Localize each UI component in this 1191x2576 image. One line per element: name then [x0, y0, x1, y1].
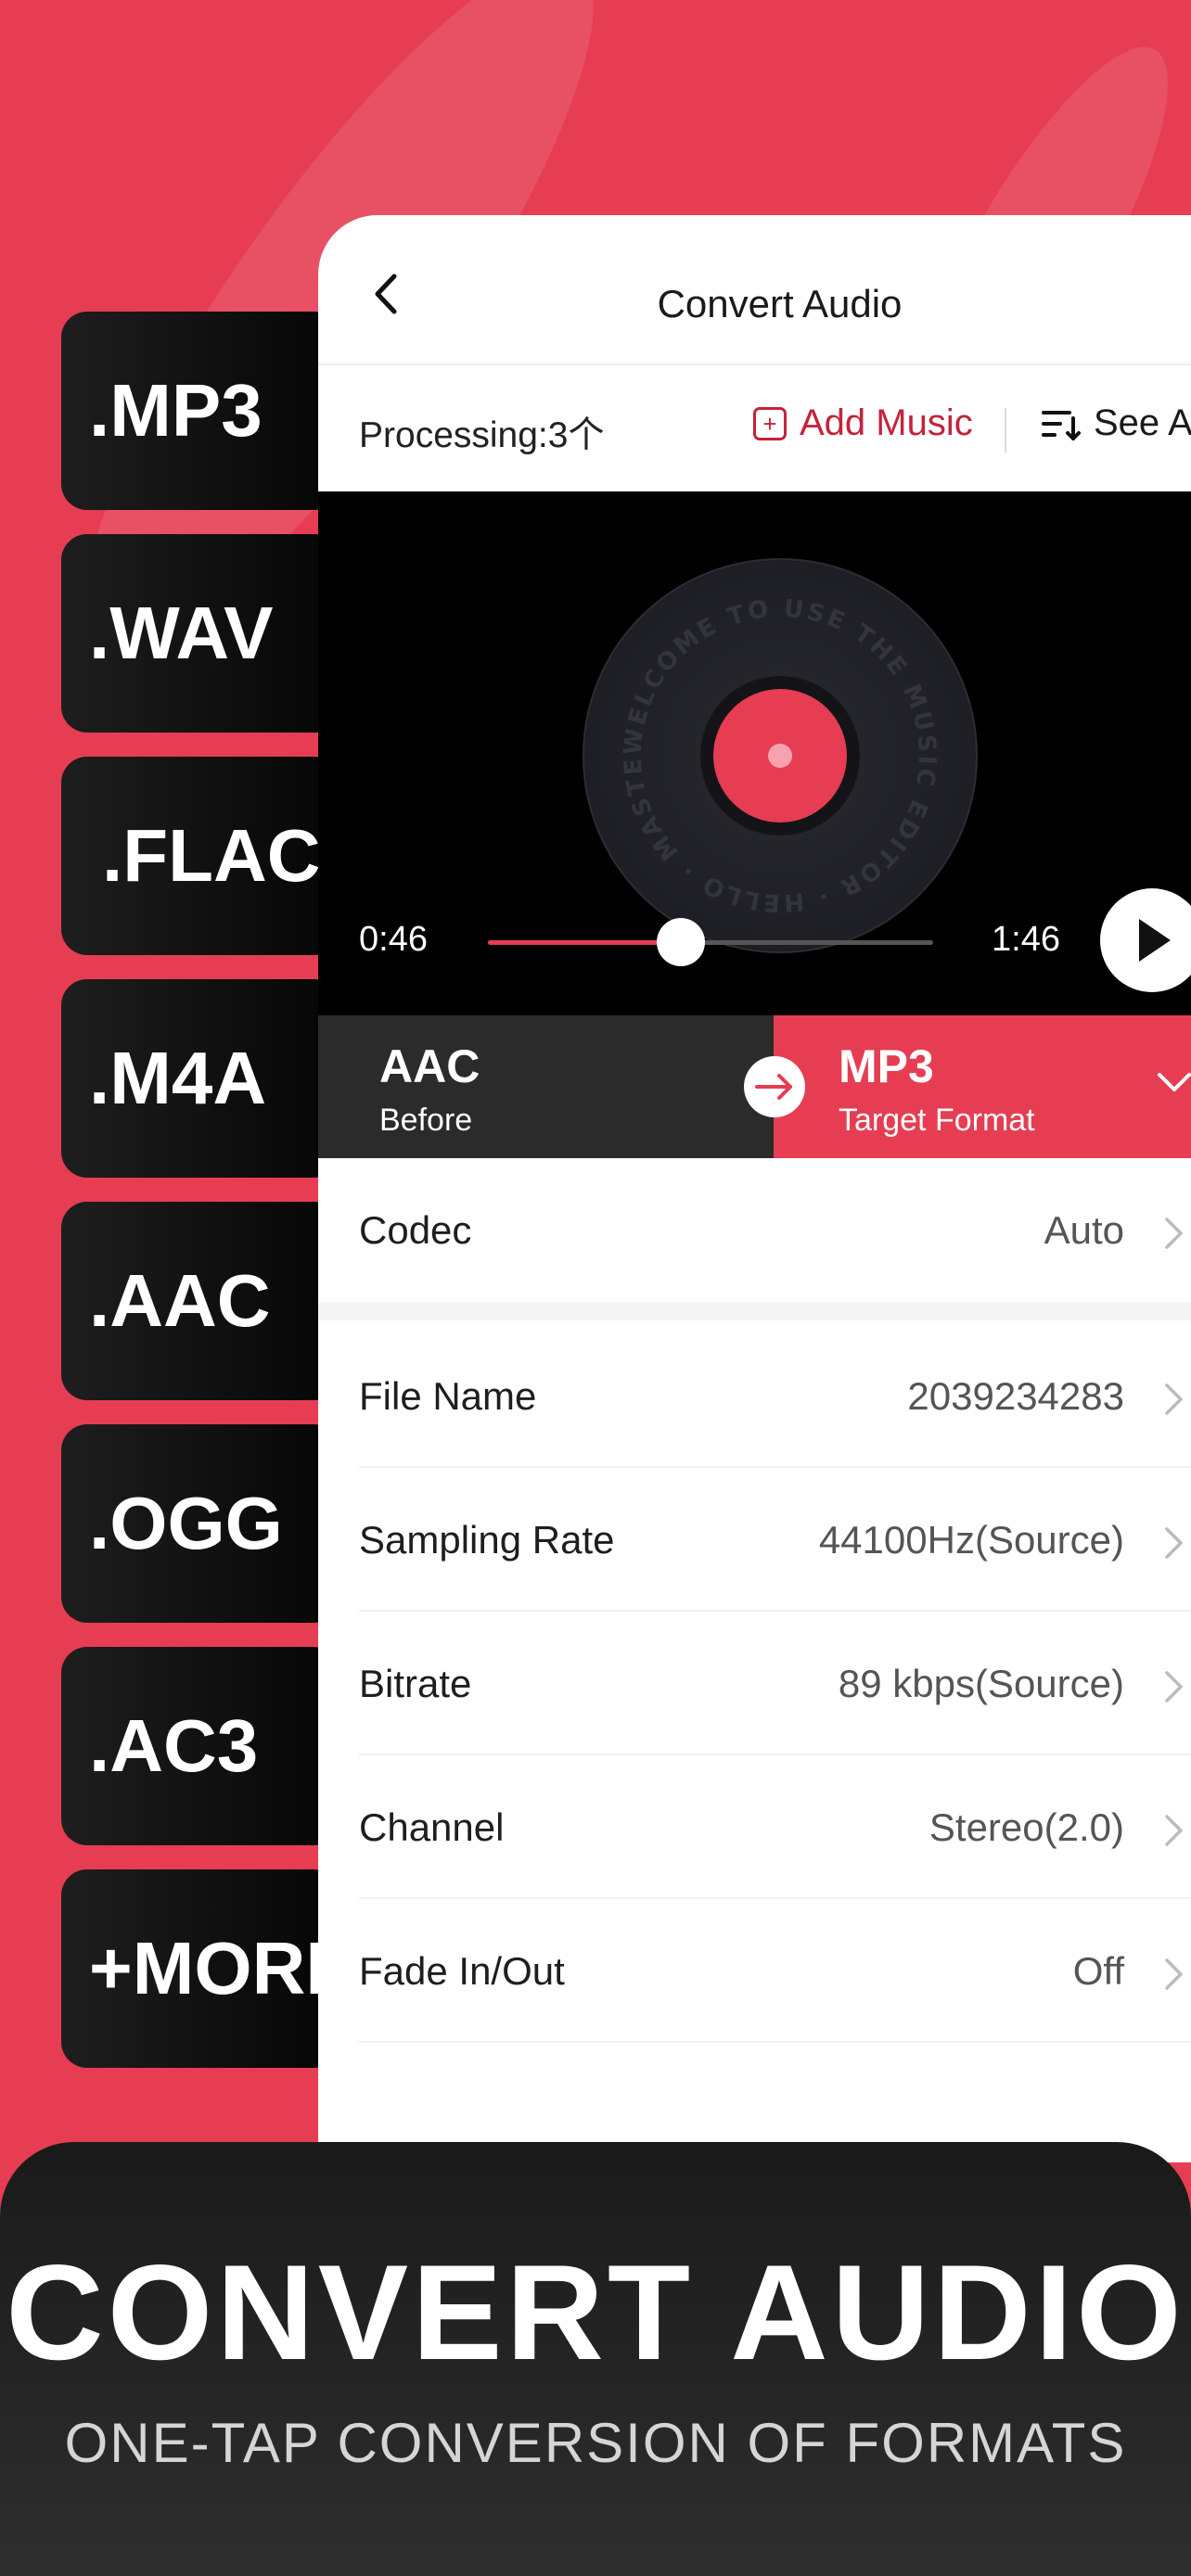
divider: [1005, 408, 1006, 453]
chevron-right-icon: [1165, 1527, 1183, 1559]
format-tile: .AC3: [61, 1647, 339, 1845]
add-music-label: Add Music: [800, 402, 973, 443]
setting-value: 2039234283: [907, 1374, 1124, 1418]
sort-list-icon: [1042, 410, 1081, 440]
page-title: Convert Audio: [657, 282, 903, 325]
plus-icon: +: [753, 406, 787, 440]
chevron-down-icon: [1158, 1073, 1191, 1091]
setting-row-channel[interactable]: Channel Stereo(2.0): [359, 1755, 1191, 1899]
target-format-dropdown[interactable]: MP3 Target Format: [774, 1015, 1191, 1158]
audio-player: WELCOME TO USE THE MUSIC EDITOR · HELLO …: [318, 491, 1191, 1015]
format-tile: .AAC: [61, 1202, 339, 1400]
setting-label: Fade In/Out: [359, 1949, 565, 1993]
chevron-right-icon: [1165, 1218, 1183, 1249]
setting-row-file-name[interactable]: File Name 2039234283: [359, 1324, 1191, 1468]
format-tile: .FLAC: [61, 757, 339, 955]
setting-value: 44100Hz(Source): [818, 1518, 1124, 1562]
progress-slider[interactable]: [488, 918, 933, 966]
setting-label: Sampling Rate: [359, 1518, 615, 1562]
format-tile: .MP3: [61, 312, 339, 510]
app-screen: Convert Audio Processing:3个 + Add Music …: [318, 215, 1191, 2162]
format-tile: .M4A: [61, 979, 339, 1178]
target-format-label: Target Format: [839, 1103, 1035, 1138]
setting-label: Channel: [359, 1805, 505, 1849]
section-divider: [318, 1302, 1191, 1320]
progress-thumb[interactable]: [657, 918, 706, 966]
play-icon: [1139, 919, 1171, 962]
setting-value: Auto: [1044, 1208, 1124, 1252]
disc-center: [768, 744, 792, 768]
setting-row-bitrate[interactable]: Bitrate 89 kbps(Source): [359, 1612, 1191, 1755]
banner-title: CONVERT AUDIO: [6, 2237, 1185, 2388]
setting-row-sampling-rate[interactable]: Sampling Rate 44100Hz(Source): [359, 1468, 1191, 1612]
chevron-right-icon: [1165, 1671, 1183, 1702]
banner-subtitle: ONE-TAP CONVERSION OF FORMATS: [64, 2412, 1127, 2474]
setting-value: 89 kbps(Source): [838, 1662, 1124, 1705]
setting-row-codec[interactable]: Codec Auto: [359, 1158, 1191, 1302]
setting-label: File Name: [359, 1374, 537, 1418]
disc-label: [713, 689, 847, 823]
vinyl-disc: WELCOME TO USE THE MUSIC EDITOR · HELLO …: [583, 558, 978, 953]
add-music-button[interactable]: + Add Music: [753, 402, 973, 444]
setting-value: Off: [1072, 1949, 1124, 1993]
format-tile: +MORE: [61, 1869, 339, 2068]
promo-banner: CONVERT AUDIO ONE-TAP CONVERSION OF FORM…: [0, 2142, 1191, 2576]
target-format-name: MP3: [839, 1040, 934, 1092]
see-all-button[interactable]: See All: [1042, 402, 1191, 444]
source-format: AAC Before: [318, 1015, 774, 1158]
nav-bar: Convert Audio: [318, 215, 1191, 363]
format-tile: .OGG: [61, 1424, 339, 1623]
chevron-right-icon: [1165, 1958, 1183, 1990]
setting-row-fade[interactable]: Fade In/Out Off: [359, 1899, 1191, 2043]
current-time: 0:46: [359, 920, 428, 959]
processing-status: Processing:3个: [359, 415, 605, 455]
see-all-label: See All: [1094, 402, 1191, 443]
setting-value: Stereo(2.0): [928, 1805, 1124, 1849]
total-time: 1:46: [992, 920, 1060, 959]
chevron-right-icon: [1165, 1815, 1183, 1846]
setting-label: Bitrate: [359, 1662, 472, 1705]
convert-arrow: [744, 1056, 805, 1117]
play-button[interactable]: [1100, 888, 1191, 992]
chevron-right-icon: [1165, 1384, 1183, 1415]
progress-fill: [488, 940, 682, 945]
source-format-name: AAC: [379, 1040, 480, 1092]
format-selector: AAC Before MP3 Target Format: [318, 1015, 1191, 1158]
format-tile: .WAV: [61, 534, 339, 733]
setting-label: Codec: [359, 1208, 472, 1252]
source-format-label: Before: [379, 1103, 473, 1138]
arrow-right-icon: [755, 1074, 792, 1100]
toolbar: Processing:3个 + Add Music See All: [318, 365, 1191, 491]
